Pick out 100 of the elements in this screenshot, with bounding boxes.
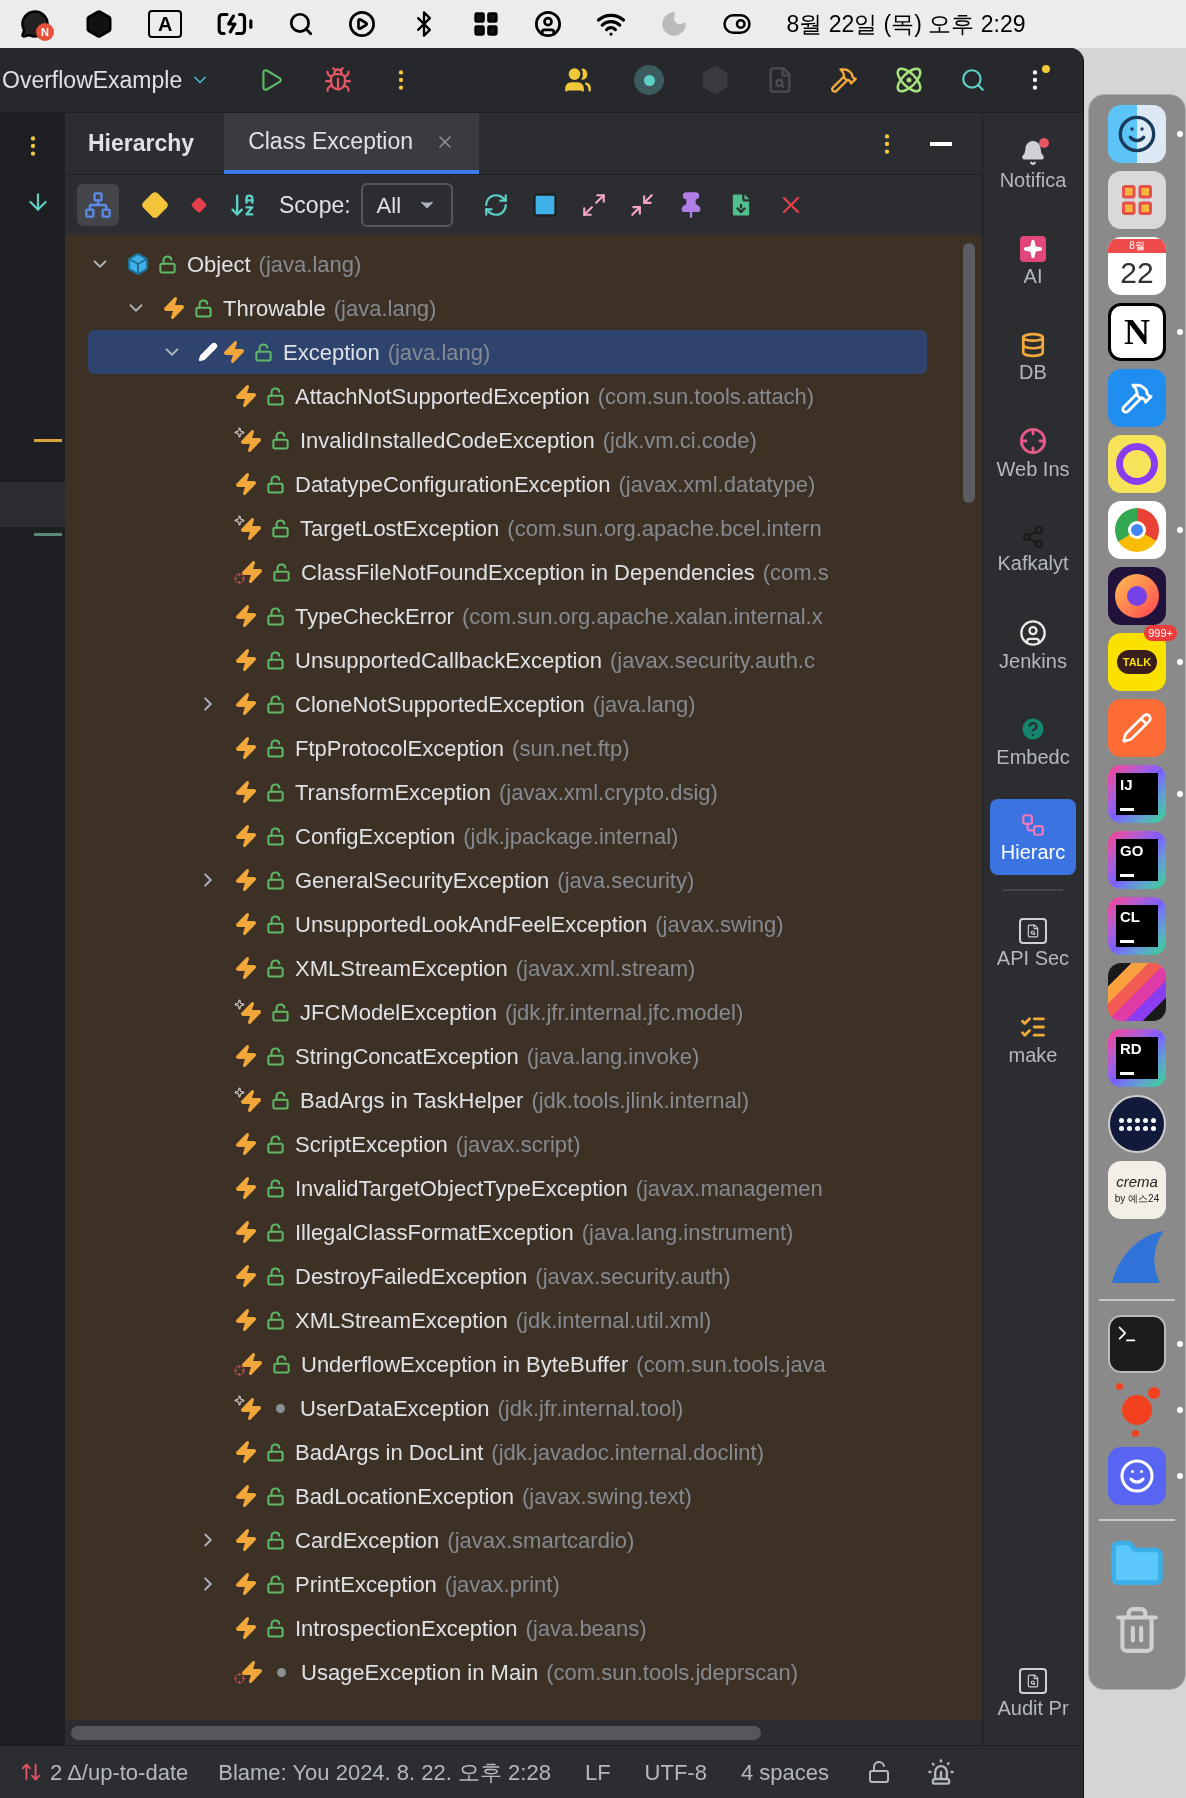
tree-row[interactable]: UnsupportedLookAndFeelException (javax.swing) — [88, 902, 927, 946]
refresh-icon[interactable] — [483, 192, 510, 218]
lightning-icon — [234, 824, 258, 848]
input-source-button[interactable]: A — [148, 10, 183, 38]
editor-tab[interactable]: Class Exception — [224, 113, 480, 174]
tree-row[interactable]: ConfigException (jdk.jpackage.internal) — [88, 814, 927, 858]
tool-window-button[interactable]: Embedc — [990, 703, 1076, 779]
jetbrains-app-icon[interactable]: IJ — [1108, 765, 1166, 823]
tool-window-button[interactable]: DB — [990, 319, 1076, 395]
package-name: (javax.script) — [455, 1130, 581, 1159]
indent-setting[interactable]: 4 spaces — [740, 1755, 829, 1789]
tree-row[interactable]: UserDataException (jdk.jfr.internal.tool) — [88, 1386, 927, 1430]
terminal-icon[interactable] — [531, 191, 560, 219]
project-selector[interactable]: OverflowExample — [2, 62, 211, 98]
discord-app-icon[interactable] — [1108, 1447, 1166, 1505]
tree-row[interactable]: ScriptException (javax.script) — [88, 1122, 927, 1166]
jetbrains-app-icon[interactable]: CL — [1108, 897, 1166, 955]
line-separator[interactable]: LF — [584, 1755, 611, 1789]
tool-window-button[interactable]: Notifica — [990, 127, 1076, 203]
tree-row[interactable]: UnsupportedCallbackException (javax.security.auth.c — [88, 638, 927, 682]
tree-row[interactable]: IllegalClassFormatException (java.lang.instrument) — [88, 1210, 927, 1254]
firefox-app-icon[interactable] — [1108, 567, 1166, 625]
tree-row[interactable]: JFCModelException (jdk.jfr.internal.jfc.model) — [88, 990, 927, 1034]
alarm-icon[interactable] — [927, 1758, 955, 1786]
tree-row[interactable]: Exception (java.lang) — [88, 330, 927, 374]
jetbrains-app-icon[interactable]: RD — [1108, 1029, 1166, 1087]
jetbrains-app-icon[interactable]: GO — [1108, 831, 1166, 889]
tools-icon[interactable] — [830, 66, 859, 94]
tree-row[interactable]: TargetLostException (com.sun.org.apache.bcel.intern — [88, 506, 927, 550]
blame-info[interactable]: Blame: You 2024. 8. 22. 오후 2:28 — [218, 1755, 551, 1789]
minimize-icon[interactable] — [930, 141, 952, 146]
tree-row[interactable]: CardException (javax.smartcardio) — [88, 1518, 927, 1562]
dots-app-icon[interactable] — [1108, 1095, 1166, 1153]
package-name: (com.s — [762, 558, 829, 587]
tree-row[interactable]: XMLStreamException (jdk.internal.util.xml) — [88, 1298, 927, 1342]
terminal-app-icon[interactable] — [1108, 1315, 1166, 1373]
finder-app-icon[interactable] — [1108, 105, 1166, 163]
tree-row[interactable]: AttachNotSupportedException (com.sun.tools.attach) — [88, 374, 927, 418]
tool-window-button[interactable]: make — [990, 1001, 1076, 1077]
clock[interactable]: 8월 22일 (목) 오후 2:29 — [786, 6, 1026, 42]
hierarchy-icon[interactable] — [77, 184, 119, 226]
class-name: FtpProtocolException — [295, 734, 505, 763]
tree-row[interactable]: ClassFileNotFoundException in Dependencies (com.s — [88, 550, 927, 594]
postman-app-icon[interactable] — [1108, 699, 1166, 757]
tool-window-button[interactable]: Audit Pr — [990, 1655, 1076, 1731]
layout-icon[interactable] — [472, 10, 501, 38]
tree-row[interactable]: BadArgs in TaskHelper (jdk.tools.jlink.internal) — [88, 1078, 927, 1122]
search-icon[interactable] — [288, 11, 315, 37]
wave-app-icon[interactable] — [1108, 435, 1166, 493]
user-circle-icon[interactable] — [534, 10, 563, 38]
class-name: InvalidTargetObjectTypeException — [295, 1174, 628, 1203]
unlock-icon[interactable] — [867, 1760, 891, 1784]
tree-row[interactable]: GeneralSecurityException (java.security) — [88, 858, 927, 902]
vcs-status[interactable]: 2 Δ/up-to-date — [50, 1755, 189, 1789]
notion-app-icon[interactable]: N — [1108, 303, 1166, 361]
launchpad-app-icon[interactable] — [1108, 171, 1166, 229]
tree-row[interactable]: DestroyFailedException (javax.security.auth) — [88, 1254, 927, 1298]
debug-icon[interactable] — [324, 66, 353, 94]
tree-row[interactable]: UsageException in Main (com.sun.tools.jdeprscan) — [88, 1650, 927, 1694]
scrollbar-thumb[interactable] — [71, 1725, 761, 1740]
tree-row[interactable]: IntrospectionException (java.beans) — [88, 1606, 927, 1650]
tree-row[interactable]: BadArgs in DocLint (jdk.javadoc.internal.doclint) — [88, 1430, 927, 1474]
collapse-icon[interactable] — [629, 192, 656, 218]
record-icon[interactable] — [634, 65, 665, 95]
crema-app-icon[interactable]: crema by 예스24 — [1108, 1161, 1166, 1219]
app-store-icon[interactable] — [1108, 369, 1166, 427]
tree-row[interactable]: XMLStreamException (javax.xml.stream) — [88, 946, 927, 990]
tree-row[interactable]: TypeCheckError (com.sun.org.apache.xalan.internal.x — [88, 594, 927, 638]
stripes-app-icon[interactable] — [1108, 963, 1166, 1021]
tree-row[interactable]: StringConcatException (java.lang.invoke) — [88, 1034, 927, 1078]
tree-row[interactable]: BadLocationException (javax.swing.text) — [88, 1474, 927, 1518]
tree-row[interactable]: InvalidTargetObjectTypeException (javax.managemen — [88, 1166, 927, 1210]
tree-row[interactable]: PrintException (javax.print) — [88, 1562, 927, 1606]
file-encoding[interactable]: UTF-8 — [644, 1755, 707, 1789]
search-icon[interactable] — [960, 67, 987, 93]
tool-window-button[interactable]: Jenkins — [990, 607, 1076, 683]
tree-row[interactable]: TransformException (javax.xml.crypto.dsig) — [88, 770, 927, 814]
scrollbar-thumb[interactable] — [962, 243, 975, 503]
tool-window-button[interactable]: API Sec — [990, 905, 1076, 981]
scope-dropdown[interactable]: All — [360, 183, 454, 227]
users-icon[interactable] — [564, 66, 593, 94]
tool-window-button[interactable]: Kafkalyt — [990, 511, 1076, 587]
tree-row[interactable]: Object (java.lang) — [88, 242, 927, 286]
tool-window-button[interactable]: Hierarc — [990, 799, 1076, 875]
database-icon — [1020, 332, 1046, 358]
tree-row[interactable]: UnderflowException in ByteBuffer (com.sun.tools.java — [88, 1342, 927, 1386]
tree-row[interactable]: DatatypeConfigurationException (javax.xml.datatype) — [88, 462, 927, 506]
chrome-app-icon[interactable] — [1108, 501, 1166, 559]
diamond-icon[interactable] — [141, 191, 169, 219]
package-name: (javax.swing) — [655, 910, 784, 939]
vcs-arrows-icon[interactable] — [20, 1761, 42, 1783]
tool-window-button[interactable]: AI — [990, 223, 1076, 299]
tool-window-button[interactable]: Web Ins — [990, 415, 1076, 491]
expand-icon[interactable] — [581, 192, 608, 218]
play-circle-icon[interactable] — [348, 10, 377, 38]
tree-row[interactable]: Throwable (java.lang) — [88, 286, 927, 330]
tree-row[interactable]: FtpProtocolException (sun.net.ftp) — [88, 726, 927, 770]
calendar-app-icon[interactable]: 8월 22 — [1108, 237, 1166, 295]
tree-row[interactable]: InvalidInstalledCodeException (jdk.vm.ci.code) — [88, 418, 927, 462]
tree-row[interactable]: CloneNotSupportedException (java.lang) — [88, 682, 927, 726]
